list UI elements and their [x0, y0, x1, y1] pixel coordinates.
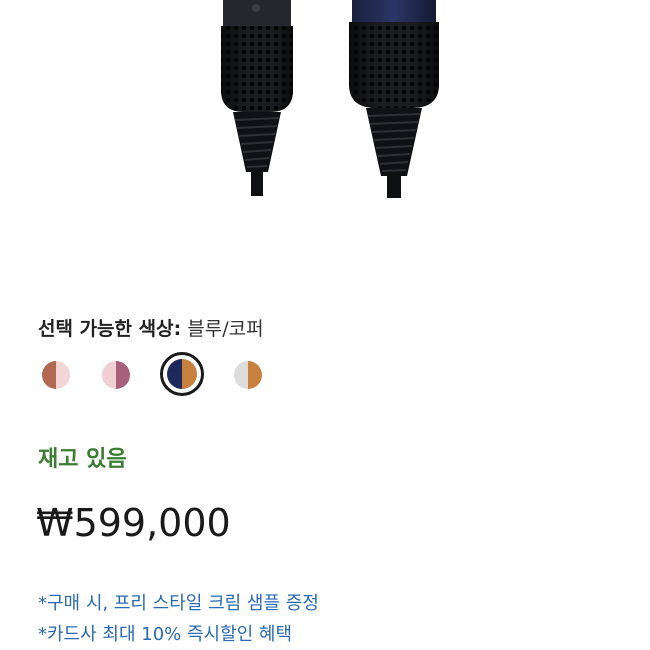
swatch-right-color: [182, 359, 197, 389]
swatch-left-color: [42, 361, 56, 389]
swatch-disc: [102, 361, 130, 389]
swatch-left-color: [167, 359, 182, 389]
left-attachment: [221, 0, 293, 196]
product-price: ₩599,000: [36, 501, 231, 545]
color-swatch-silver-copper[interactable]: [230, 357, 266, 393]
selected-color-name: 블루/코퍼: [187, 318, 264, 340]
product-image: [221, 0, 439, 198]
swatch-left-color: [102, 361, 116, 389]
swatch-right-color: [116, 361, 130, 389]
swatch-right-color: [248, 361, 262, 389]
color-selection-label: 선택 가능한 색상: 블루/코퍼: [38, 314, 264, 341]
swatch-disc: [234, 361, 262, 389]
stock-status: 재고 있음: [38, 447, 127, 472]
color-swatch-copper-pink[interactable]: [38, 357, 74, 393]
promotion-item: *구매 시, 프리 스타일 크림 샘플 증정: [38, 593, 319, 614]
color-swatch-blue-copper[interactable]: [160, 352, 204, 396]
color-swatch-pink-rose[interactable]: [98, 357, 134, 393]
swatch-disc: [42, 361, 70, 389]
swatch-disc: [167, 359, 197, 389]
product-detail-page: 선택 가능한 색상: 블루/코퍼 재고 있음 ₩599,000 *구매 시, 프…: [0, 0, 650, 650]
promotion-item: *카드사 최대 10% 즉시할인 혜택: [38, 624, 293, 645]
swatch-left-color: [234, 361, 248, 389]
swatch-right-color: [56, 361, 70, 389]
color-label-title: 선택 가능한 색상:: [38, 318, 182, 340]
right-attachment: [349, 0, 439, 198]
